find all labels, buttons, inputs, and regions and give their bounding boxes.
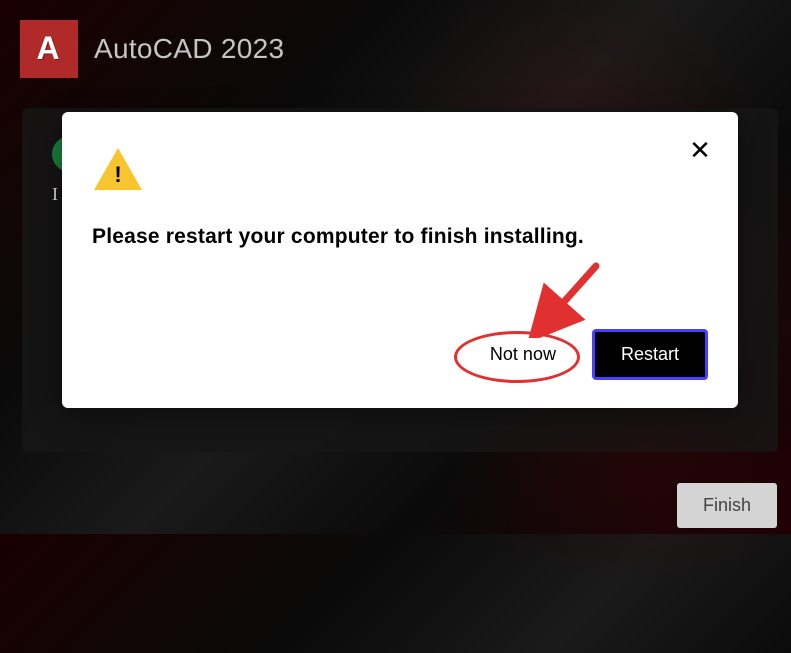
status-text: I [52,184,58,205]
svg-text:!: ! [114,162,121,187]
finish-button[interactable]: Finish [677,483,777,528]
warning-icon: ! [92,146,144,192]
dialog-message: Please restart your computer to finish i… [92,225,708,249]
not-now-label: Not now [490,344,556,364]
app-logo: A [20,20,78,78]
finish-label: Finish [703,495,751,515]
close-icon: ✕ [689,135,711,166]
restart-button[interactable]: Restart [592,329,708,380]
restart-dialog: ✕ ! Please restart your computer to fini… [62,112,738,408]
restart-label: Restart [621,344,679,364]
dialog-button-row: Not now Restart [468,329,708,380]
app-header: A AutoCAD 2023 [0,0,791,78]
close-button[interactable]: ✕ [686,136,714,164]
not-now-button[interactable]: Not now [468,334,578,375]
app-title: AutoCAD 2023 [94,33,284,65]
logo-letter: A [37,31,60,68]
